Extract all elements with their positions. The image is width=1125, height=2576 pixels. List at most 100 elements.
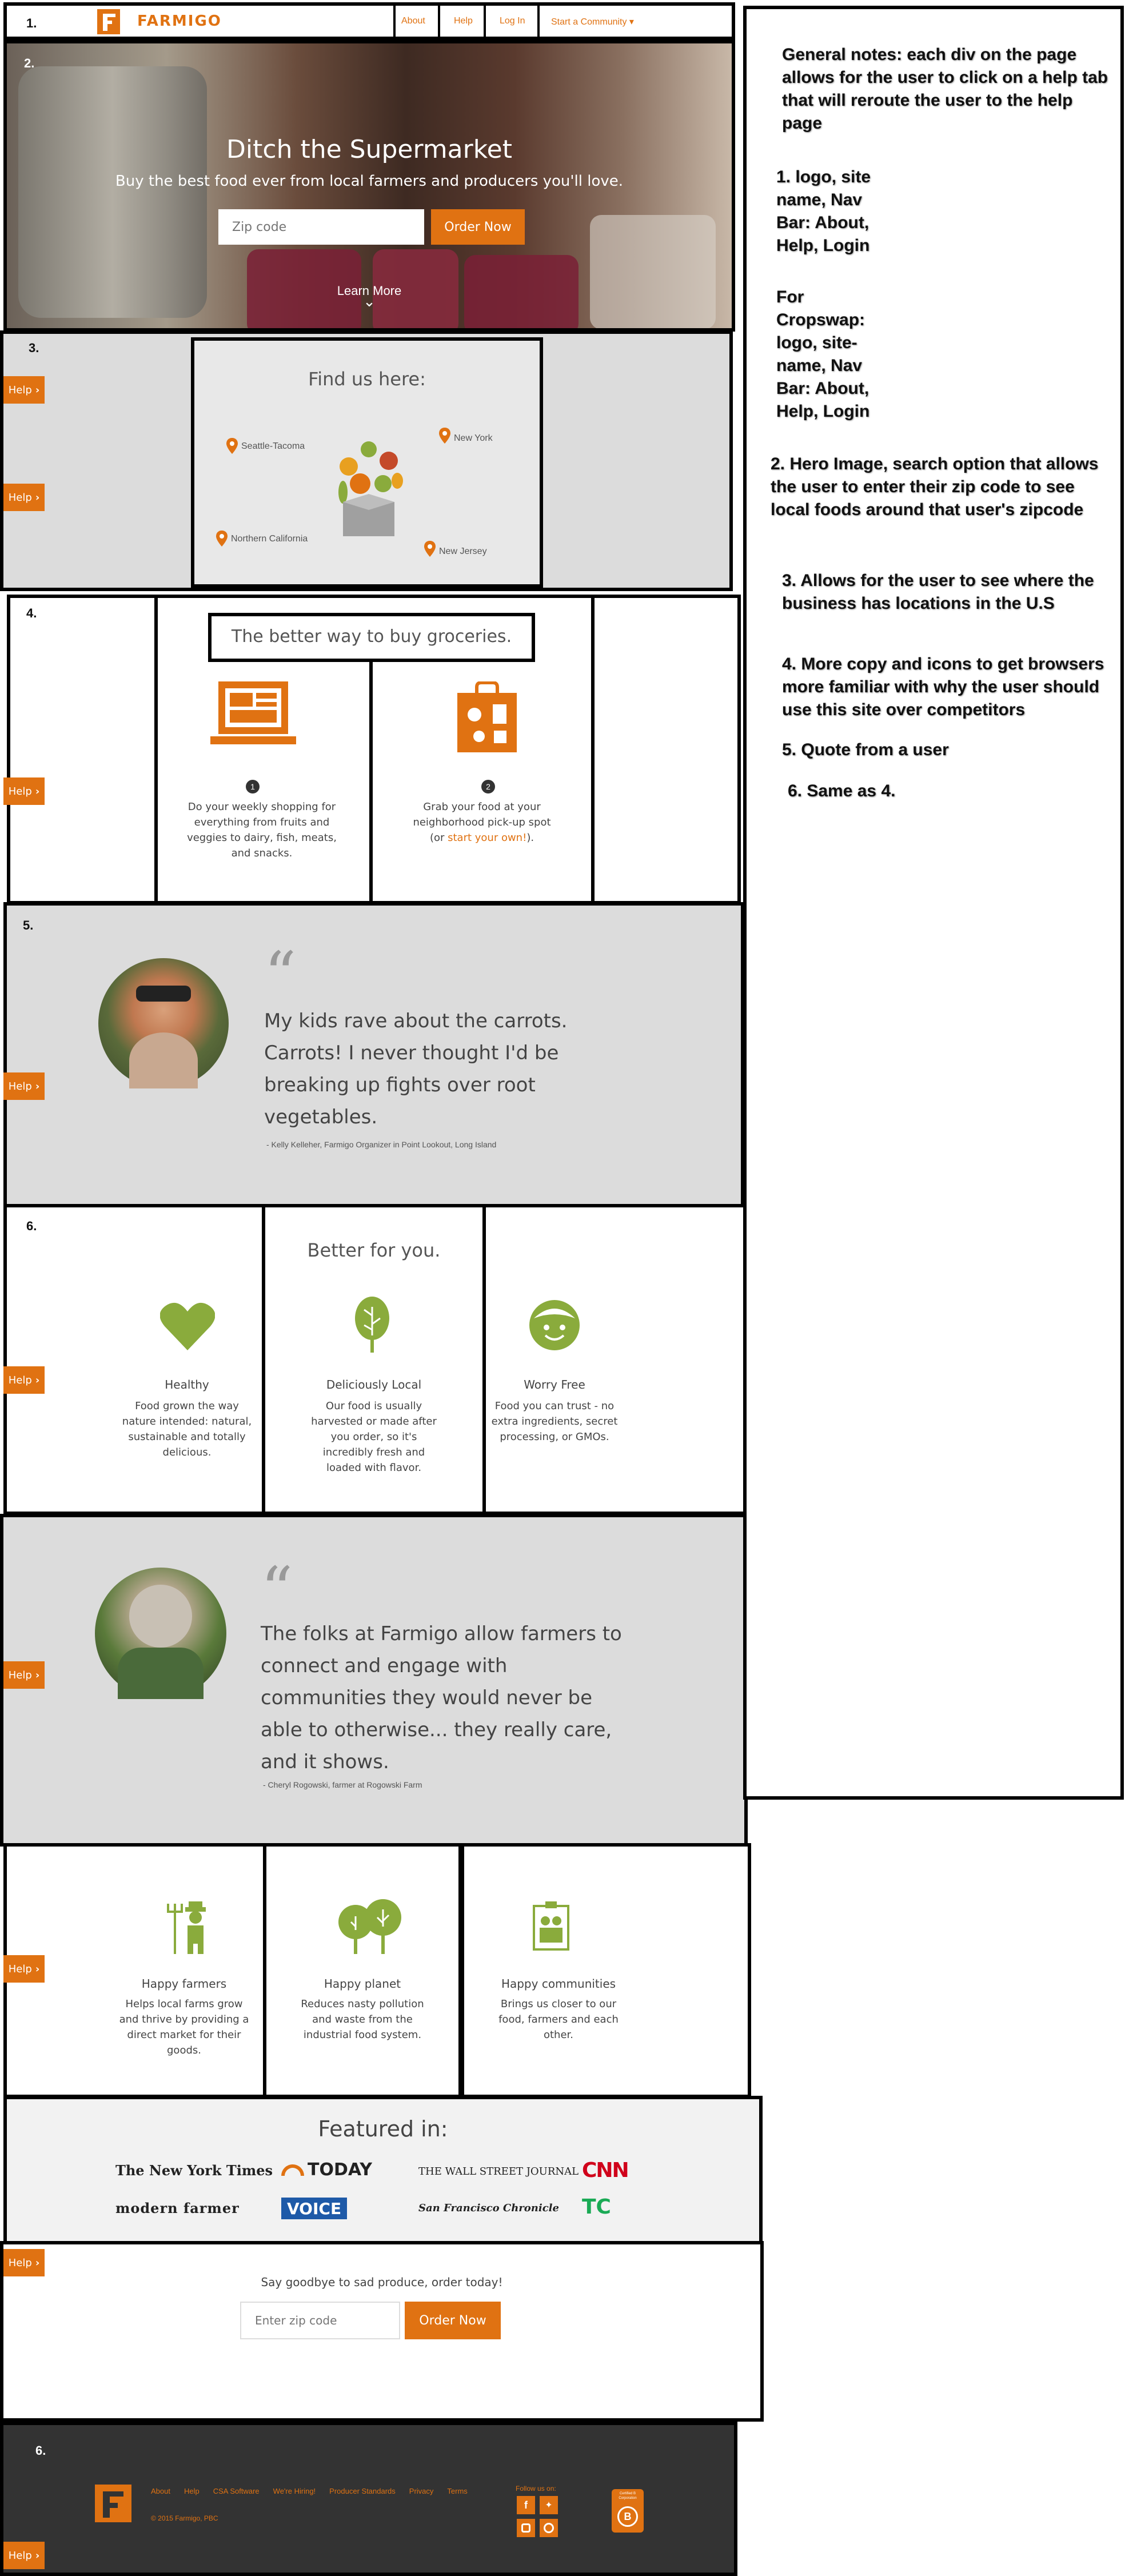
feature-title: Deliciously Local [326,1378,422,1391]
footer-section: 6. About Help CSA Software We're Hiring!… [0,2422,737,2576]
section-number: 3. [29,341,39,355]
quote-section: 5. “ My kids rave about the carrots. Car… [3,902,744,1207]
column-divider [263,1843,266,2098]
feature-description: Brings us closer to our food, farmers an… [498,1998,619,2041]
hero-subtitle: Buy the best food ever from local farmer… [115,173,624,190]
feature-title: Healthy [165,1378,209,1391]
order-now-button[interactable]: Order Now [431,209,525,245]
location-seattle[interactable]: Seattle-Tacoma [241,441,305,452]
section-number: 6. [26,1219,37,1233]
footer-link-producer-standards[interactable]: Producer Standards [329,2487,396,2495]
column-divider [369,662,373,904]
better-way-title-box: The better way to buy groceries. [208,613,535,662]
hero-title: Ditch the Supermarket [226,135,512,164]
help-tab[interactable]: Help › [3,484,45,511]
footer-link-about[interactable]: About [151,2487,170,2495]
cta-text: Say goodbye to sad produce, order today! [261,2275,503,2289]
smiley-icon [529,1300,580,1350]
help-tab[interactable]: Help › [3,1661,45,1689]
header-section: 1. FARMIGO About Help Log In Start a Com… [3,2,735,40]
footer-link-hiring[interactable]: We're Hiring! [273,2487,316,2495]
cta-section: Say goodbye to sad produce, order today!… [0,2241,764,2422]
quote-text: My kids rave about the carrots. Carrots!… [264,1010,568,1129]
follow-label: Follow us on: [516,2485,556,2493]
location-new-york[interactable]: New York [454,433,493,444]
heart-icon [160,1302,215,1350]
farmer-icon [167,1901,206,1954]
rainbow-icon [281,2164,304,2176]
quote-mark-icon: “ [264,938,297,1011]
nav-about-label[interactable]: About [401,16,425,26]
column-divider [591,595,595,904]
order-now-button[interactable]: Order Now [405,2302,501,2339]
help-tab[interactable]: Help › [3,2542,45,2569]
hero-section: 2. Ditch the Supermarket Buy the best fo… [3,40,735,332]
feature-description: Our food is usually harvested or made af… [311,1400,437,1474]
better-for-you-title: Better for you. [307,1239,441,1261]
today-logo: TODAY [281,2160,372,2180]
hero-pot-image [18,66,207,318]
better-for-you-section: 6. Better for you. Healthy Food grown th… [3,1204,751,1515]
facebook-icon[interactable]: f [517,2496,535,2514]
avatar [95,1568,226,1699]
quote-section: “ The folks at Farmigo allow farmers to … [0,1514,748,1847]
start-your-own-link[interactable]: start your own! [448,832,526,844]
sf-chronicle-logo: San Francisco Chronicle [418,2202,559,2214]
footer-link-csa-software[interactable]: CSA Software [213,2487,260,2495]
community-icon [533,1901,569,1951]
featured-section: Featured in: The New York Times TODAY TH… [3,2096,763,2246]
hero-glass-image [590,215,716,328]
farmigo-logo-icon[interactable] [95,2485,131,2522]
help-tab[interactable]: Help › [3,376,45,404]
feature-description: Food you can trust - no extra ingredient… [491,1400,618,1443]
copyright: © 2015 Farmigo, PBC [151,2514,218,2522]
step-description: Do your weekly shopping for everything f… [187,801,337,859]
nav-start-community[interactable]: Start a Community ▾ [551,16,634,27]
help-tab[interactable]: Help › [3,1072,45,1100]
step-number-badge: 2 [481,780,495,793]
notes-item-1: 1. logo, site name, Nav Bar: About, Help… [776,168,871,255]
column-divider [154,595,158,904]
footer-link-help[interactable]: Help [184,2487,200,2495]
location-new-jersey[interactable]: New Jersey [439,547,487,557]
notes-item-6: 6. Same as 4. [788,781,896,800]
nav-help-label[interactable]: Help [454,16,473,26]
locations-section: 3. Find us here: Seattle-Tacoma New York… [0,330,733,591]
notes-item-5: 5. Quote from a user [782,740,949,759]
notes-item-4: 4. More copy and icons to get browsers m… [782,655,1104,719]
feature-description: Reduces nasty pollution and waste from t… [301,1998,424,2041]
section-number: 2. [24,56,35,70]
step-number-badge: 1 [246,780,260,793]
zip-code-input[interactable] [218,209,424,245]
quote-mark-icon: “ [261,1553,293,1626]
bcorp-badge[interactable]: Certified B Corporation B [612,2489,644,2533]
notes-item-1b: For Cropswap: logo, site-name, Nav Bar: … [776,288,870,421]
produce-box-icon [338,441,403,536]
feature-description: Food grown the way nature intended: natu… [122,1400,252,1458]
footer-link-privacy[interactable]: Privacy [409,2487,434,2495]
help-tab[interactable]: Help › [3,2249,45,2276]
notes-item-3: 3. Allows for the user to see where the … [782,571,1094,613]
twitter-icon[interactable]: ✦ [540,2496,558,2514]
location-northern-california[interactable]: Northern California [231,534,308,544]
farmigo-logo-icon[interactable] [97,9,120,34]
site-name[interactable]: FARMIGO [137,13,222,30]
help-tab[interactable]: Help › [3,777,45,805]
feature-title: Happy communities [501,1977,616,1991]
help-tab[interactable]: Help › [3,1366,45,1394]
chevron-down-icon[interactable]: ⌄ [7,293,732,310]
footer-link-terms[interactable]: Terms [447,2487,467,2495]
avatar [98,958,229,1088]
column-divider [482,1204,486,1515]
instagram-icon[interactable] [517,2519,535,2537]
feature-title: Happy farmers [141,1977,227,1991]
feature-title: Happy planet [324,1977,401,1991]
bcorp-icon: B [617,2506,638,2527]
pinterest-icon[interactable] [540,2519,558,2537]
help-tab[interactable]: Help › [3,1955,45,1983]
nav-login-label[interactable]: Log In [500,16,525,26]
notes-item-2: 2. Hero Image, search option that allows… [771,454,1099,519]
better-way-title: The better way to buy groceries. [231,627,512,647]
leaf-icon [355,1297,389,1353]
zip-code-input[interactable] [240,2302,400,2339]
